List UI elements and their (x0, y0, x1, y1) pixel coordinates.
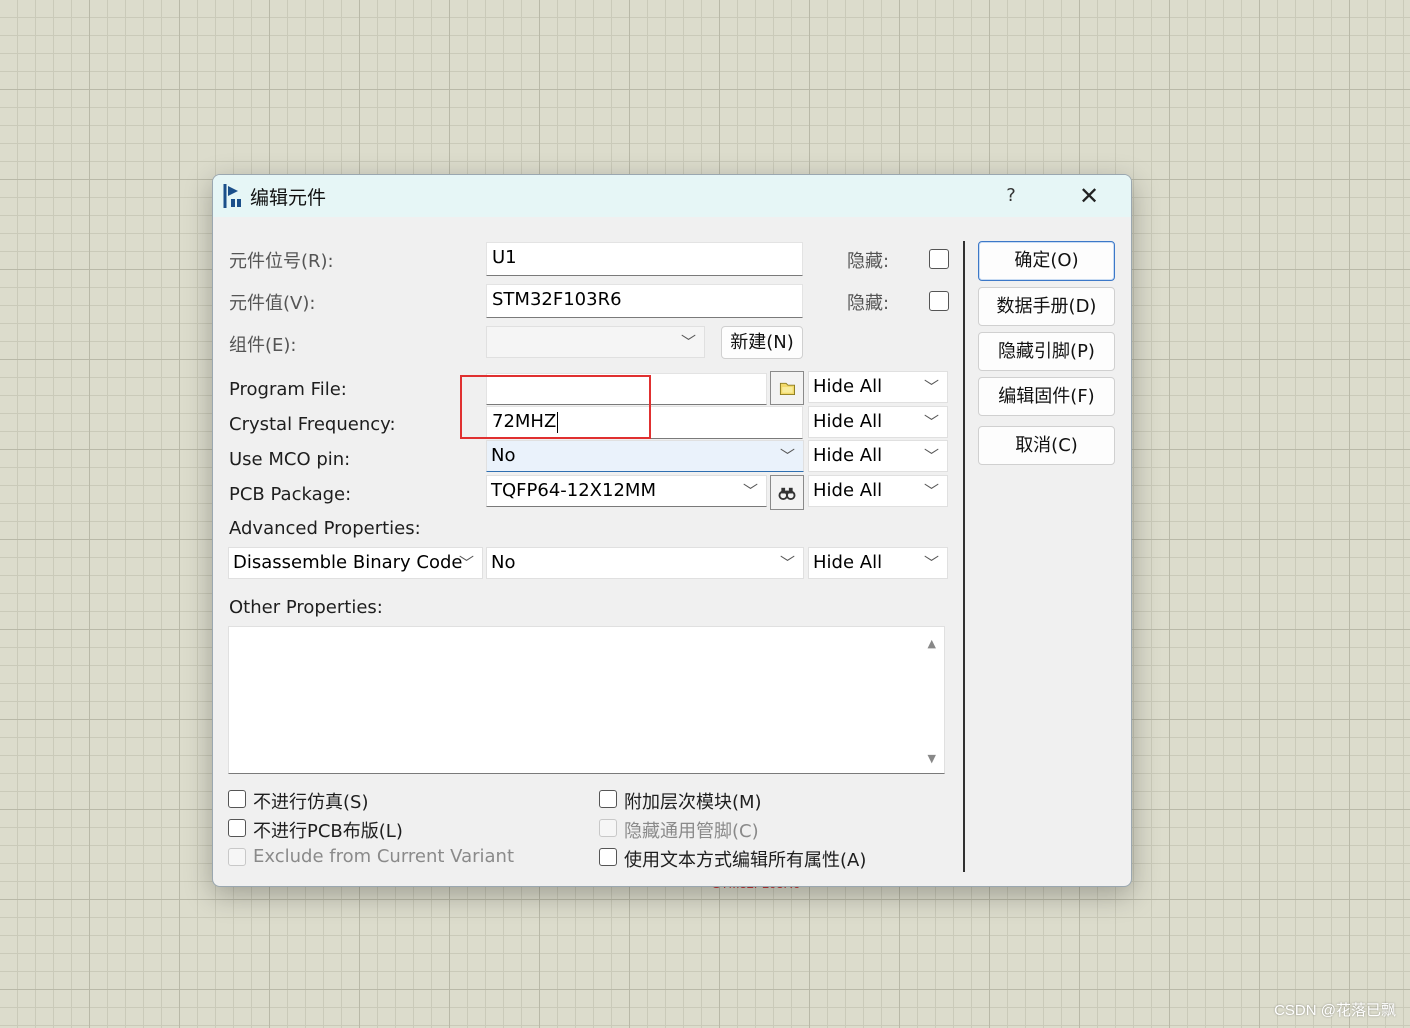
element-label: 组件(E): (229, 335, 297, 356)
pcb-package-select[interactable]: TQFP64-12X12MM ﹀ (486, 475, 767, 507)
advanced-visibility-select[interactable]: Hide All ﹀ (808, 547, 948, 579)
other-properties-textarea[interactable]: ▲ ▼ (228, 626, 945, 774)
pcb-package-value: TQFP64-12X12MM (491, 480, 656, 501)
scroll-up-icon[interactable]: ▲ (928, 637, 936, 650)
part-value-hidden-label: 隐藏: (847, 293, 890, 314)
program-file-label: Program File: (229, 379, 347, 400)
option-checkbox-no-sim[interactable] (228, 790, 246, 808)
part-reference-input[interactable]: U1 (486, 242, 803, 276)
hidden-pins-button[interactable]: 隐藏引脚(P) (978, 332, 1115, 371)
advanced-visibility-value: Hide All (813, 552, 883, 573)
datasheet-button[interactable]: 数据手册(D) (978, 287, 1115, 326)
chevron-down-icon: ﹀ (923, 378, 939, 396)
option-checkbox-edit-as-text[interactable] (599, 848, 617, 866)
part-value-input[interactable]: STM32F103R6 (486, 284, 803, 318)
scroll-down-icon[interactable]: ▼ (928, 752, 936, 765)
advanced-property-select[interactable]: Disassemble Binary Code ﹀ (228, 547, 483, 579)
help-button[interactable]: ? (997, 181, 1025, 211)
option-checkbox-exclude-variant[interactable] (228, 848, 246, 866)
vertical-separator (963, 241, 965, 872)
part-value-label: 元件值(V): (229, 293, 316, 314)
pcb-package-label: PCB Package: (229, 484, 352, 505)
option-label-hide-common-pins: 隐藏通用管脚(C) (624, 821, 759, 842)
option-checkbox-no-pcb[interactable] (228, 819, 246, 837)
folder-icon (779, 382, 795, 396)
advanced-value: No (491, 552, 516, 573)
use-mco-pin-visibility-select[interactable]: Hide All ﹀ (808, 440, 948, 472)
program-file-visibility-value: Hide All (813, 376, 883, 397)
advanced-property-value: Disassemble Binary Code (233, 552, 463, 573)
element-select[interactable]: ﹀ (486, 326, 705, 358)
other-properties-label: Other Properties: (229, 597, 383, 618)
part-reference-hidden-checkbox[interactable] (929, 249, 949, 269)
watermark: CSDN @花落已飘 (1274, 1002, 1396, 1019)
advanced-properties-label: Advanced Properties: (229, 518, 421, 539)
ok-button[interactable]: 确定(O) (978, 241, 1115, 281)
option-checkbox-hide-common-pins[interactable] (599, 819, 617, 837)
package-search-button[interactable] (770, 475, 804, 510)
chevron-down-icon: ﹀ (742, 482, 758, 500)
part-reference-hidden-label: 隐藏: (847, 251, 890, 272)
option-checkbox-attach-hierarchy[interactable] (599, 790, 617, 808)
part-value-hidden-checkbox[interactable] (929, 291, 949, 311)
use-mco-pin-visibility-value: Hide All (813, 445, 883, 466)
pcb-package-visibility-select[interactable]: Hide All ﹀ (808, 475, 948, 507)
edit-component-dialog: 编辑元件 ? ✕ 元件位号(R): U1 隐藏: 元件值(V): STM32F1… (212, 174, 1132, 887)
chevron-down-icon: ﹀ (779, 554, 795, 572)
option-label-edit-as-text: 使用文本方式编辑所有属性(A) (624, 850, 867, 871)
advanced-value-select[interactable]: No ﹀ (486, 547, 804, 579)
crystal-frequency-visibility-select[interactable]: Hide All ﹀ (808, 406, 948, 438)
highlight-annotation-box (460, 375, 651, 439)
part-reference-label: 元件位号(R): (229, 251, 334, 272)
chevron-down-icon: ﹀ (680, 333, 696, 351)
option-label-exclude-variant: Exclude from Current Variant (253, 846, 515, 867)
edit-firmware-button[interactable]: 编辑固件(F) (978, 377, 1115, 416)
crystal-frequency-visibility-value: Hide All (813, 411, 883, 432)
component-app-icon (223, 184, 241, 208)
close-button[interactable]: ✕ (1071, 179, 1107, 213)
option-label-attach-hierarchy: 附加层次模块(M) (624, 792, 762, 813)
use-mco-pin-select[interactable]: No ﹀ (486, 440, 804, 472)
option-label-no-sim: 不进行仿真(S) (253, 792, 369, 813)
chevron-down-icon: ﹀ (458, 554, 474, 572)
chevron-down-icon: ﹀ (779, 447, 795, 465)
new-element-button[interactable]: 新建(N) (721, 326, 803, 359)
use-mco-pin-value: No (491, 445, 516, 466)
dialog-title: 编辑元件 (250, 187, 327, 209)
pcb-package-visibility-value: Hide All (813, 480, 883, 501)
chevron-down-icon: ﹀ (923, 482, 939, 500)
binoculars-icon (778, 487, 796, 501)
cancel-button[interactable]: 取消(C) (978, 426, 1115, 465)
use-mco-pin-label: Use MCO pin: (229, 449, 351, 470)
option-label-no-pcb: 不进行PCB布版(L) (253, 821, 403, 842)
chevron-down-icon: ﹀ (923, 413, 939, 431)
program-file-visibility-select[interactable]: Hide All ﹀ (808, 371, 948, 403)
browse-file-button[interactable] (770, 371, 804, 405)
crystal-frequency-label: Crystal Frequency: (229, 414, 396, 435)
title-bar: 编辑元件 ? ✕ (213, 175, 1131, 217)
chevron-down-icon: ﹀ (923, 447, 939, 465)
chevron-down-icon: ﹀ (923, 554, 939, 572)
